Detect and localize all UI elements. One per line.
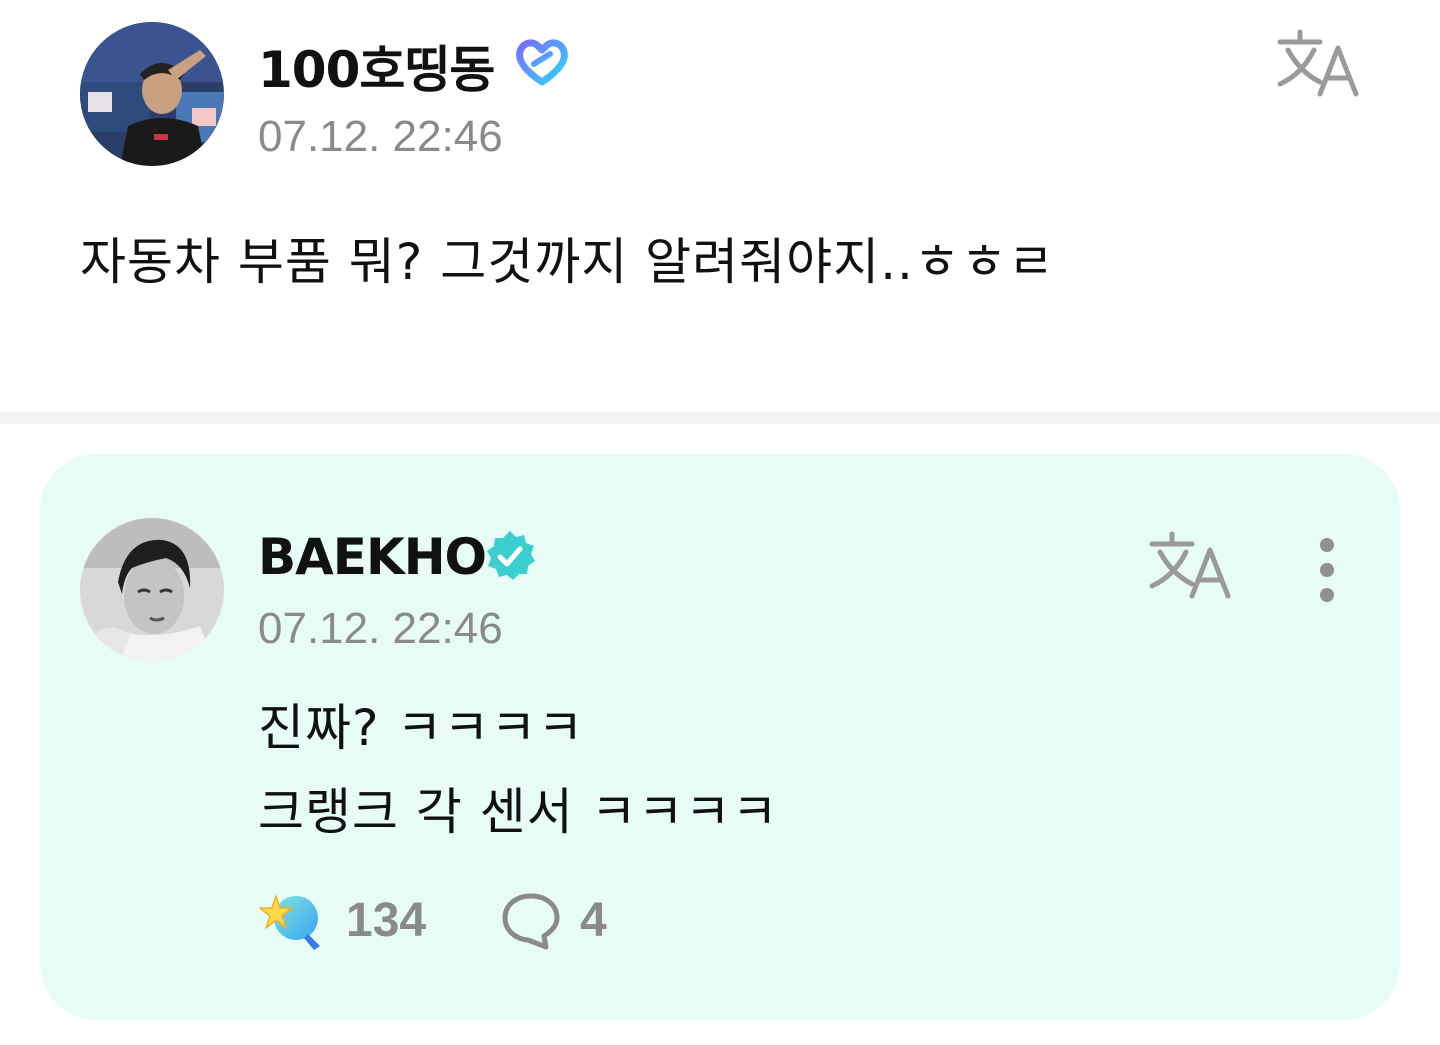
artist-avatar[interactable] — [80, 518, 224, 662]
translate-button[interactable] — [1270, 24, 1366, 104]
verified-check-badge-icon — [482, 528, 538, 584]
artist-author-name[interactable]: BAEKHO — [258, 528, 487, 586]
translate-icon — [1277, 29, 1359, 97]
like-button[interactable]: 134 — [258, 890, 426, 950]
artist-avatar-image — [80, 518, 224, 662]
more-vertical-icon-dot — [1320, 588, 1334, 602]
fan-author-name[interactable]: 100호띵동 — [258, 30, 495, 102]
reply-text-line: 진짜? ㅋㅋㅋㅋ — [258, 699, 585, 757]
more-vertical-icon-dot — [1320, 563, 1334, 577]
fan-avatar-image — [80, 22, 224, 166]
fan-post: 100호띵동 07.12. 22:46 자동차 부품 뭐? 그것까지 알려줘야지… — [0, 0, 1440, 412]
comment-count: 4 — [580, 893, 607, 947]
fan-post-body: 자동차 부품 뭐? 그것까지 알려줘야지..ㅎㅎㄹ — [80, 233, 1055, 291]
star-wand-like-icon — [259, 895, 320, 950]
heart-membership-badge-icon — [514, 34, 570, 90]
fan-avatar[interactable] — [80, 22, 224, 166]
artist-reply-card: BAEKHO 07.12. 22:46 진짜? ㅋㅋㅋㅋ 크랭크 각 센서 ㅋㅋ… — [40, 454, 1400, 1020]
translate-icon — [1149, 531, 1231, 599]
fan-post-timestamp: 07.12. 22:46 — [258, 112, 503, 161]
reply-timestamp: 07.12. 22:46 — [258, 604, 503, 653]
like-count: 134 — [346, 893, 427, 947]
speech-bubble-comment-icon — [502, 893, 560, 950]
comment-button[interactable]: 4 — [500, 890, 607, 950]
more-options-button[interactable] — [1306, 532, 1346, 608]
section-divider — [0, 412, 1440, 424]
more-vertical-icon — [1320, 538, 1334, 552]
community-page: 100호띵동 07.12. 22:46 자동차 부품 뭐? 그것까지 알려줘야지… — [0, 0, 1440, 1045]
translate-button[interactable] — [1142, 526, 1238, 606]
reply-text-line: 크랭크 각 센서 ㅋㅋㅋㅋ — [258, 783, 779, 841]
